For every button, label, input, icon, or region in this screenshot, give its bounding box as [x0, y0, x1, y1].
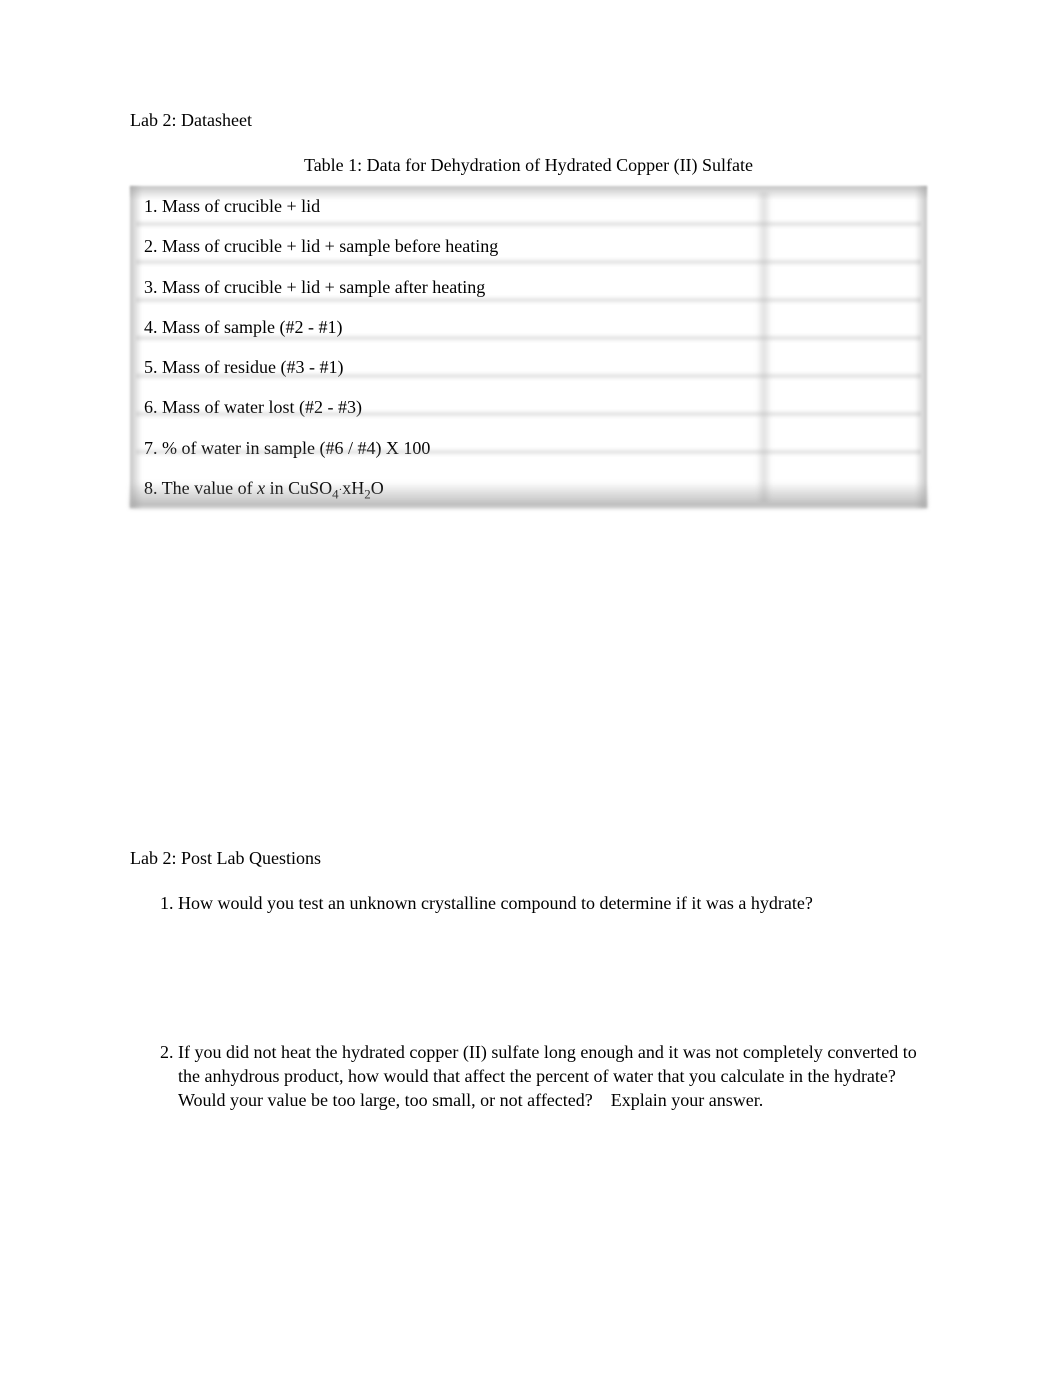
table-row: 1. Mass of crucible + lid: [130, 186, 927, 226]
q2-l1: If you did not heat the hydrated copper …: [178, 1042, 827, 1062]
table-title: Table 1: Data for Dehydration of Hydrate…: [130, 155, 927, 176]
q2-l4: answer.: [709, 1090, 763, 1110]
row-7-value: [764, 428, 927, 468]
row-3-value: [764, 267, 927, 307]
row-2-value: [764, 226, 927, 266]
row-8-value: [764, 468, 927, 508]
row-8-o: O: [371, 478, 384, 498]
question-2: If you did not heat the hydrated copper …: [178, 1040, 927, 1113]
row-6-value: [764, 387, 927, 427]
table-row: 5. Mass of residue (#3 - #1): [130, 347, 927, 387]
table-row: 3. Mass of crucible + lid + sample after…: [130, 267, 927, 307]
row-5-label: 5. Mass of residue (#3 - #1): [130, 347, 764, 387]
table-row: 8. The value of x in CuSO4·xH2O: [130, 468, 927, 508]
row-2-label: 2. Mass of crucible + lid + sample befor…: [130, 226, 764, 266]
question-1-text: How would you test an unknown crystallin…: [178, 893, 823, 913]
q2-l3b: Explain your: [611, 1090, 709, 1110]
row-8-prefix: 8. The value of: [144, 478, 257, 498]
question-1: How would you test an unknown crystallin…: [178, 891, 927, 915]
row-8-var: x: [257, 478, 265, 498]
row-5-value: [764, 347, 927, 387]
question-list: How would you test an unknown crystallin…: [130, 891, 927, 1112]
row-1-label: 1. Mass of crucible + lid: [130, 186, 764, 226]
row-8-xh: xH: [342, 478, 364, 498]
row-6-label: 6. Mass of water lost (#2 - #3): [130, 387, 764, 427]
table-row: 7. % of water in sample (#6 / #4) X 100: [130, 428, 927, 468]
row-8-label: 8. The value of x in CuSO4·xH2O: [130, 468, 764, 508]
row-8-mid: in CuSO: [265, 478, 332, 498]
table-row: 2. Mass of crucible + lid + sample befor…: [130, 226, 927, 266]
data-table: 1. Mass of crucible + lid 2. Mass of cru…: [130, 186, 927, 508]
table-row: 4. Mass of sample (#2 - #1): [130, 307, 927, 347]
row-7-label: 7. % of water in sample (#6 / #4) X 100: [130, 428, 764, 468]
table-row: 6. Mass of water lost (#2 - #3): [130, 387, 927, 427]
row-4-label: 4. Mass of sample (#2 - #1): [130, 307, 764, 347]
postlab-title: Lab 2: Post Lab Questions: [130, 848, 927, 869]
data-table-wrapper: 1. Mass of crucible + lid 2. Mass of cru…: [130, 186, 927, 508]
datasheet-title: Lab 2: Datasheet: [130, 110, 927, 131]
row-4-value: [764, 307, 927, 347]
row-1-value: [764, 186, 927, 226]
row-3-label: 3. Mass of crucible + lid + sample after…: [130, 267, 764, 307]
question-2-text: If you did not heat the hydrated copper …: [178, 1040, 927, 1113]
